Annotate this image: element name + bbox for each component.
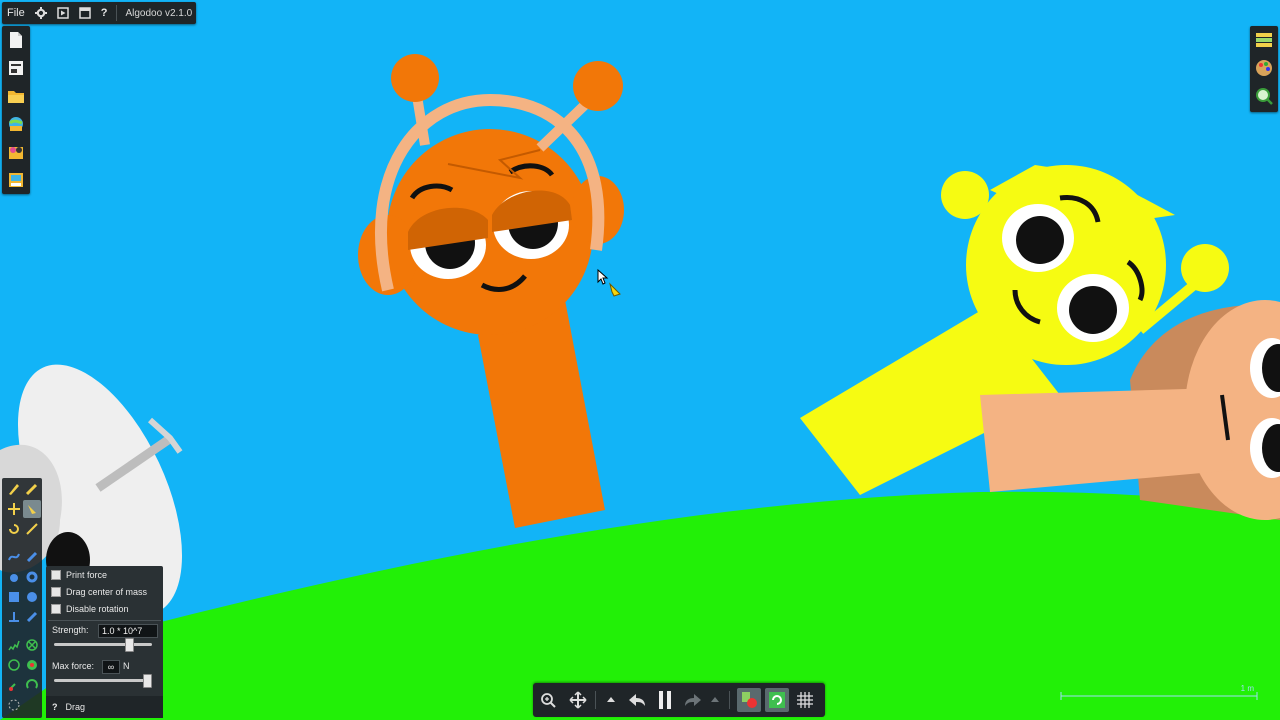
scene-canvas[interactable]: [0, 0, 1280, 720]
pause-icon[interactable]: [653, 688, 677, 712]
print-force-label: Print force: [66, 570, 108, 580]
window-icon[interactable]: [74, 2, 96, 24]
divider: [116, 5, 118, 21]
reset-icon[interactable]: [765, 688, 789, 712]
max-force-slider[interactable]: [54, 674, 152, 688]
new-scene-icon[interactable]: [2, 26, 30, 54]
right-toolbar: [1250, 26, 1278, 112]
pan-icon[interactable]: [566, 688, 590, 712]
browse-online-icon[interactable]: [2, 110, 30, 138]
max-force-unit: N: [123, 661, 130, 671]
disable-rotation-label: Disable rotation: [66, 604, 129, 614]
pen-tool-icon[interactable]: [23, 608, 41, 626]
scene-list-icon[interactable]: [2, 54, 30, 82]
print-force-option[interactable]: Print force: [51, 568, 107, 582]
fixate-tool-icon[interactable]: [23, 636, 41, 654]
undo-arrow-up-icon[interactable]: [603, 688, 619, 712]
play-window-icon[interactable]: [52, 2, 74, 24]
app-title: Algodoo v2.1.0: [125, 7, 193, 19]
undo-icon[interactable]: [625, 688, 649, 712]
strength-label: Strength:: [52, 625, 89, 635]
scale-bar: 1 m: [1060, 684, 1258, 700]
print-force-checkbox[interactable]: [51, 570, 61, 580]
left-file-toolbar: [2, 26, 30, 194]
gear-icon[interactable]: [30, 2, 52, 24]
palette-icon[interactable]: [1250, 54, 1278, 82]
file-menu[interactable]: File: [2, 2, 30, 24]
zoom-icon[interactable]: [536, 688, 560, 712]
laser-tool-icon[interactable]: [23, 676, 41, 694]
strength-slider[interactable]: [54, 638, 152, 652]
scale-label: 1 m: [1240, 684, 1254, 693]
bottom-toolbar: [533, 683, 825, 717]
max-force-slider-handle[interactable]: [143, 674, 152, 688]
chain-tool-icon[interactable]: [5, 676, 23, 694]
tool-palette: [2, 478, 42, 718]
divider: [729, 691, 730, 709]
rope-tool-icon[interactable]: [5, 548, 23, 566]
hand-cursor-icon: [597, 268, 621, 297]
grid-icon[interactable]: [793, 688, 817, 712]
circle-tool-icon[interactable]: [23, 588, 41, 606]
drag-center-of-mass-option[interactable]: Drag center of mass: [51, 585, 147, 599]
tool-name-label: Drag: [65, 702, 86, 712]
grab-tool-icon[interactable]: [5, 568, 23, 586]
disable-rotation-option[interactable]: Disable rotation: [51, 602, 129, 616]
redo-icon[interactable]: [681, 688, 705, 712]
top-menu-bar: File ? Algodoo v2.1.0: [2, 2, 196, 24]
redo-arrow-up-icon[interactable]: [707, 688, 723, 712]
gear-tool-icon[interactable]: [23, 568, 41, 586]
open-folder-icon[interactable]: [2, 82, 30, 110]
drag-tool-icon[interactable]: [23, 500, 41, 518]
search-icon[interactable]: [1250, 82, 1278, 110]
max-force-label: Max force:: [52, 661, 95, 671]
strength-slider-handle[interactable]: [125, 638, 134, 652]
tool-status-bar: ? Drag: [46, 696, 163, 718]
help-icon[interactable]: ?: [96, 2, 113, 24]
divider: [48, 620, 161, 621]
phunlets-icon[interactable]: [2, 138, 30, 166]
disable-rotation-checkbox[interactable]: [51, 604, 61, 614]
box-tool-icon[interactable]: [5, 588, 23, 606]
save-scene-icon[interactable]: [2, 166, 30, 194]
drag-center-of-mass-checkbox[interactable]: [51, 587, 61, 597]
strength-input[interactable]: 1.0 * 10^7: [98, 624, 158, 638]
tracer-tool-icon[interactable]: [5, 696, 23, 714]
layers-icon[interactable]: [1250, 26, 1278, 54]
sketch-tool-icon[interactable]: [5, 480, 23, 498]
rotate-tool-icon[interactable]: [5, 520, 23, 538]
scale-tool-icon[interactable]: [23, 520, 41, 538]
move-tool-icon[interactable]: [5, 500, 23, 518]
help-icon[interactable]: ?: [52, 702, 58, 712]
axle-tool-icon[interactable]: [5, 656, 23, 674]
drag-options-panel: Print force Drag center of mass Disable …: [46, 566, 163, 718]
plane-tool-icon[interactable]: [5, 608, 23, 626]
divider: [595, 691, 596, 709]
knife-tool-icon[interactable]: [23, 548, 41, 566]
thruster-tool-icon[interactable]: [23, 656, 41, 674]
max-force-input[interactable]: ∞: [102, 660, 120, 674]
collision-toggle-icon[interactable]: [737, 688, 761, 712]
drag-center-of-mass-label: Drag center of mass: [66, 587, 148, 597]
brush-tool-icon[interactable]: [23, 480, 41, 498]
spring-tool-icon[interactable]: [5, 636, 23, 654]
